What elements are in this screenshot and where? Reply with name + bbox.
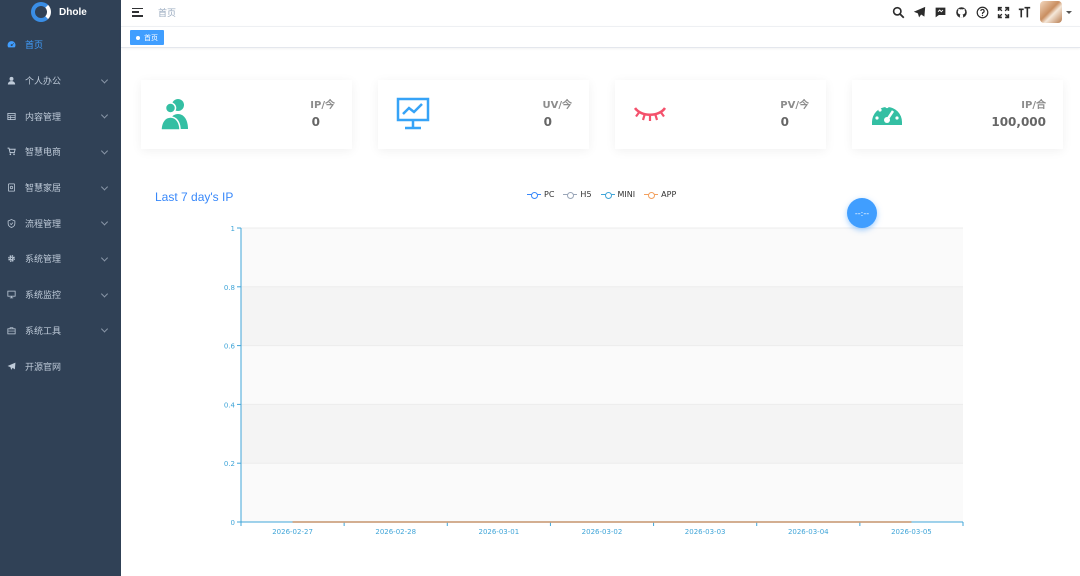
chart-split-area [241,463,963,522]
chart-split-area [241,228,963,287]
x-tick-label: 2026-03-04 [788,528,829,536]
y-tick-label: 0.4 [224,401,236,409]
y-tick-label: 1 [231,225,235,233]
chart-split-area [241,345,963,405]
y-tick-label: 0.8 [224,284,235,292]
x-tick-label: 2026-03-02 [582,528,623,536]
ip-line-chart: 0 0.2 0.4 0.6 0.8 1 2026-02-27 2026-02-28 2026-0… [224,225,964,536]
x-tick-label: 2026-03-01 [479,528,520,536]
floating-button-label: --:-- [854,208,870,218]
y-tick-label: 0.2 [224,460,235,468]
x-tick-label: 2026-02-27 [272,528,313,536]
y-tick-label: 0 [231,519,235,527]
chart-split-area [241,404,963,464]
x-tick-label: 2026-02-28 [375,528,416,536]
floating-clock-button[interactable]: --:-- [847,198,877,228]
x-tick-label: 2026-03-03 [685,528,726,536]
y-tick-label: 0.6 [224,343,236,351]
x-tick-label: 2026-03-05 [891,528,932,536]
chart-split-area [241,286,963,346]
